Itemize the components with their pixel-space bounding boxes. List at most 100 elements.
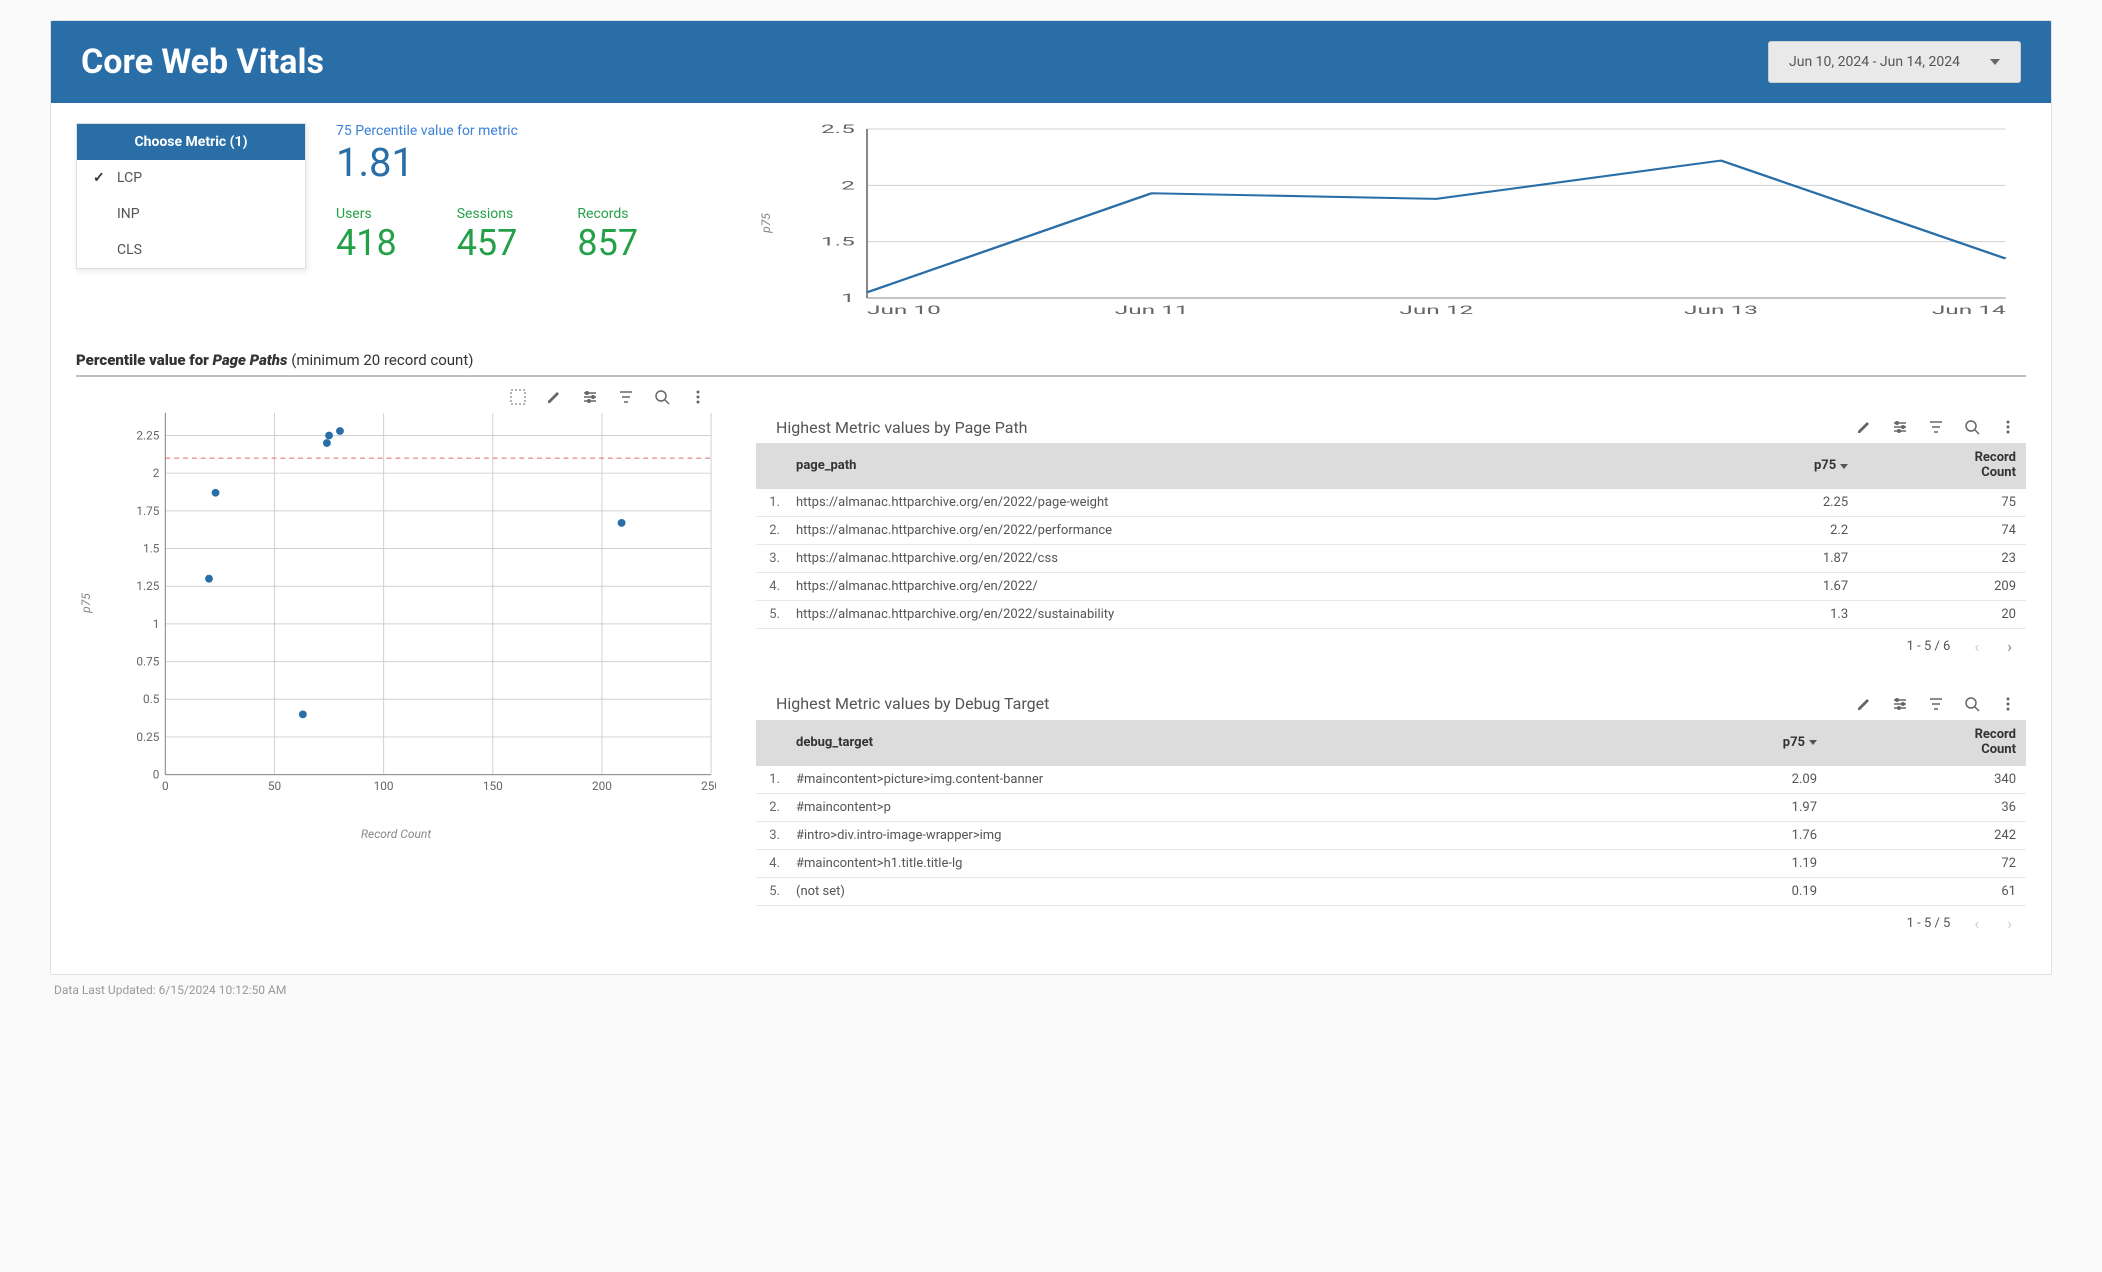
row-p75: 1.87 bbox=[1710, 544, 1858, 572]
row-p75: 2.25 bbox=[1710, 489, 1858, 517]
row-path: https://almanac.httparchive.org/en/2022/… bbox=[786, 544, 1710, 572]
col-page-path[interactable]: page_path bbox=[786, 443, 1710, 489]
stat-sessions-label: Sessions bbox=[457, 206, 518, 222]
debug-target-toolbar bbox=[1846, 692, 2026, 716]
next-page-button[interactable]: › bbox=[2003, 914, 2016, 933]
stat-percentile-value: 1.81 bbox=[336, 139, 716, 186]
svg-text:0: 0 bbox=[153, 768, 160, 782]
prev-page-button[interactable]: ‹ bbox=[1970, 914, 1983, 933]
table-row[interactable]: 5. (not set) 0.19 61 bbox=[756, 877, 2026, 905]
debug-target-table: debug_target p75 RecordCount 1. #maincon… bbox=[756, 720, 2026, 906]
zoom-icon[interactable] bbox=[1964, 419, 1980, 435]
more-icon[interactable] bbox=[2000, 419, 2016, 435]
stat-sessions: Sessions 457 bbox=[457, 206, 518, 264]
col-p75[interactable]: p75 bbox=[1651, 720, 1827, 766]
pencil-icon[interactable] bbox=[546, 389, 562, 405]
stat-users-label: Users bbox=[336, 206, 397, 222]
stats: 75 Percentile value for metric 1.81 User… bbox=[336, 123, 716, 323]
stat-records: Records 857 bbox=[577, 206, 638, 264]
debug-target-section: Highest Metric values by Debug Target bbox=[756, 692, 2026, 941]
svg-text:Jun 10: Jun 10 bbox=[867, 303, 941, 317]
svg-text:2.5: 2.5 bbox=[821, 123, 855, 136]
table-row[interactable]: 2. #maincontent>p 1.97 36 bbox=[756, 793, 2026, 821]
metric-item-inp[interactable]: INP bbox=[77, 196, 305, 232]
sort-desc-icon bbox=[1809, 740, 1817, 745]
row-p75: 1.76 bbox=[1651, 821, 1827, 849]
section-title-italic: Page Paths bbox=[213, 351, 288, 369]
header: Core Web Vitals Jun 10, 2024 - Jun 14, 2… bbox=[51, 21, 2051, 103]
divider bbox=[76, 375, 2026, 377]
col-record-count[interactable]: RecordCount bbox=[1858, 443, 2026, 489]
svg-text:Jun 12: Jun 12 bbox=[1399, 303, 1473, 317]
row-count: 61 bbox=[1827, 877, 2026, 905]
metric-picker: Choose Metric (1) LCP INP CLS bbox=[76, 123, 306, 269]
section-title-prefix: Percentile value for bbox=[76, 351, 213, 369]
row-p75: 1.67 bbox=[1710, 572, 1858, 600]
row-index: 4. bbox=[756, 849, 786, 877]
row-target: #maincontent>h1.title.title-lg bbox=[786, 849, 1651, 877]
debug-target-header-row: Highest Metric values by Debug Target bbox=[756, 692, 2026, 716]
svg-text:1.25: 1.25 bbox=[136, 579, 159, 593]
more-icon[interactable] bbox=[2000, 696, 2016, 712]
col-debug-target[interactable]: debug_target bbox=[786, 720, 1651, 766]
select-icon[interactable] bbox=[510, 389, 526, 405]
table-header-row: page_path p75 RecordCount bbox=[756, 443, 2026, 489]
row-count: 340 bbox=[1827, 766, 2026, 794]
svg-text:0.25: 0.25 bbox=[136, 730, 159, 744]
svg-text:150: 150 bbox=[483, 779, 503, 793]
col-p75[interactable]: p75 bbox=[1710, 443, 1858, 489]
svg-text:1: 1 bbox=[841, 291, 855, 305]
row-count: 74 bbox=[1858, 516, 2026, 544]
stat-percentile-label: 75 Percentile value for metric bbox=[336, 123, 716, 139]
date-range-picker[interactable]: Jun 10, 2024 - Jun 14, 2024 bbox=[1768, 41, 2021, 83]
row-p75: 0.19 bbox=[1651, 877, 1827, 905]
col-record-count[interactable]: RecordCount bbox=[1827, 720, 2026, 766]
table-header-row: debug_target p75 RecordCount bbox=[756, 720, 2026, 766]
scatter-col: p75 00.250.50.7511.251.51.7522.250501001… bbox=[76, 385, 716, 969]
table-row[interactable]: 4. #maincontent>h1.title.title-lg 1.19 7… bbox=[756, 849, 2026, 877]
page-path-table: page_path p75 RecordCount 1. https://alm… bbox=[756, 443, 2026, 629]
filter-icon[interactable] bbox=[1928, 696, 1944, 712]
dashboard: Core Web Vitals Jun 10, 2024 - Jun 14, 2… bbox=[50, 20, 2052, 975]
tune-icon[interactable] bbox=[1892, 419, 1908, 435]
svg-text:250: 250 bbox=[701, 779, 716, 793]
body: Choose Metric (1) LCP INP CLS 75 Percent… bbox=[51, 103, 2051, 974]
more-icon[interactable] bbox=[690, 389, 706, 405]
table-row[interactable]: 1. https://almanac.httparchive.org/en/20… bbox=[756, 489, 2026, 517]
svg-text:2.25: 2.25 bbox=[136, 428, 159, 442]
table-row[interactable]: 3. https://almanac.httparchive.org/en/20… bbox=[756, 544, 2026, 572]
sort-desc-icon bbox=[1840, 464, 1848, 469]
table-row[interactable]: 2. https://almanac.httparchive.org/en/20… bbox=[756, 516, 2026, 544]
pencil-icon[interactable] bbox=[1856, 696, 1872, 712]
row-p75: 1.3 bbox=[1710, 600, 1858, 628]
tables-col: Highest Metric values by Page Path bbox=[756, 385, 2026, 969]
left-top: Choose Metric (1) LCP INP CLS 75 Percent… bbox=[76, 123, 716, 323]
table-row[interactable]: 3. #intro>div.intro-image-wrapper>img 1.… bbox=[756, 821, 2026, 849]
metric-item-lcp[interactable]: LCP bbox=[77, 160, 305, 196]
stat-records-value: 857 bbox=[577, 222, 638, 264]
svg-text:200: 200 bbox=[592, 779, 612, 793]
section-title-suffix: (minimum 20 record count) bbox=[287, 351, 473, 369]
tune-icon[interactable] bbox=[582, 389, 598, 405]
scatter-ylabel: p75 bbox=[79, 593, 93, 613]
zoom-icon[interactable] bbox=[1964, 696, 1980, 712]
svg-text:0.5: 0.5 bbox=[143, 692, 160, 706]
next-page-button[interactable]: › bbox=[2003, 637, 2016, 656]
table-row[interactable]: 4. https://almanac.httparchive.org/en/20… bbox=[756, 572, 2026, 600]
svg-text:2: 2 bbox=[841, 178, 855, 192]
page-path-pager: 1 - 5 / 6 ‹ › bbox=[756, 629, 2026, 664]
pencil-icon[interactable] bbox=[1856, 419, 1872, 435]
metric-item-cls[interactable]: CLS bbox=[77, 232, 305, 268]
tune-icon[interactable] bbox=[1892, 696, 1908, 712]
filter-icon[interactable] bbox=[618, 389, 634, 405]
table-row[interactable]: 1. #maincontent>picture>img.content-bann… bbox=[756, 766, 2026, 794]
zoom-icon[interactable] bbox=[654, 389, 670, 405]
row-index: 2. bbox=[756, 793, 786, 821]
col-index bbox=[756, 443, 786, 489]
row-index: 5. bbox=[756, 877, 786, 905]
row-index: 2. bbox=[756, 516, 786, 544]
table-row[interactable]: 5. https://almanac.httparchive.org/en/20… bbox=[756, 600, 2026, 628]
debug-target-pager: 1 - 5 / 5 ‹ › bbox=[756, 906, 2026, 941]
prev-page-button[interactable]: ‹ bbox=[1970, 637, 1983, 656]
filter-icon[interactable] bbox=[1928, 419, 1944, 435]
